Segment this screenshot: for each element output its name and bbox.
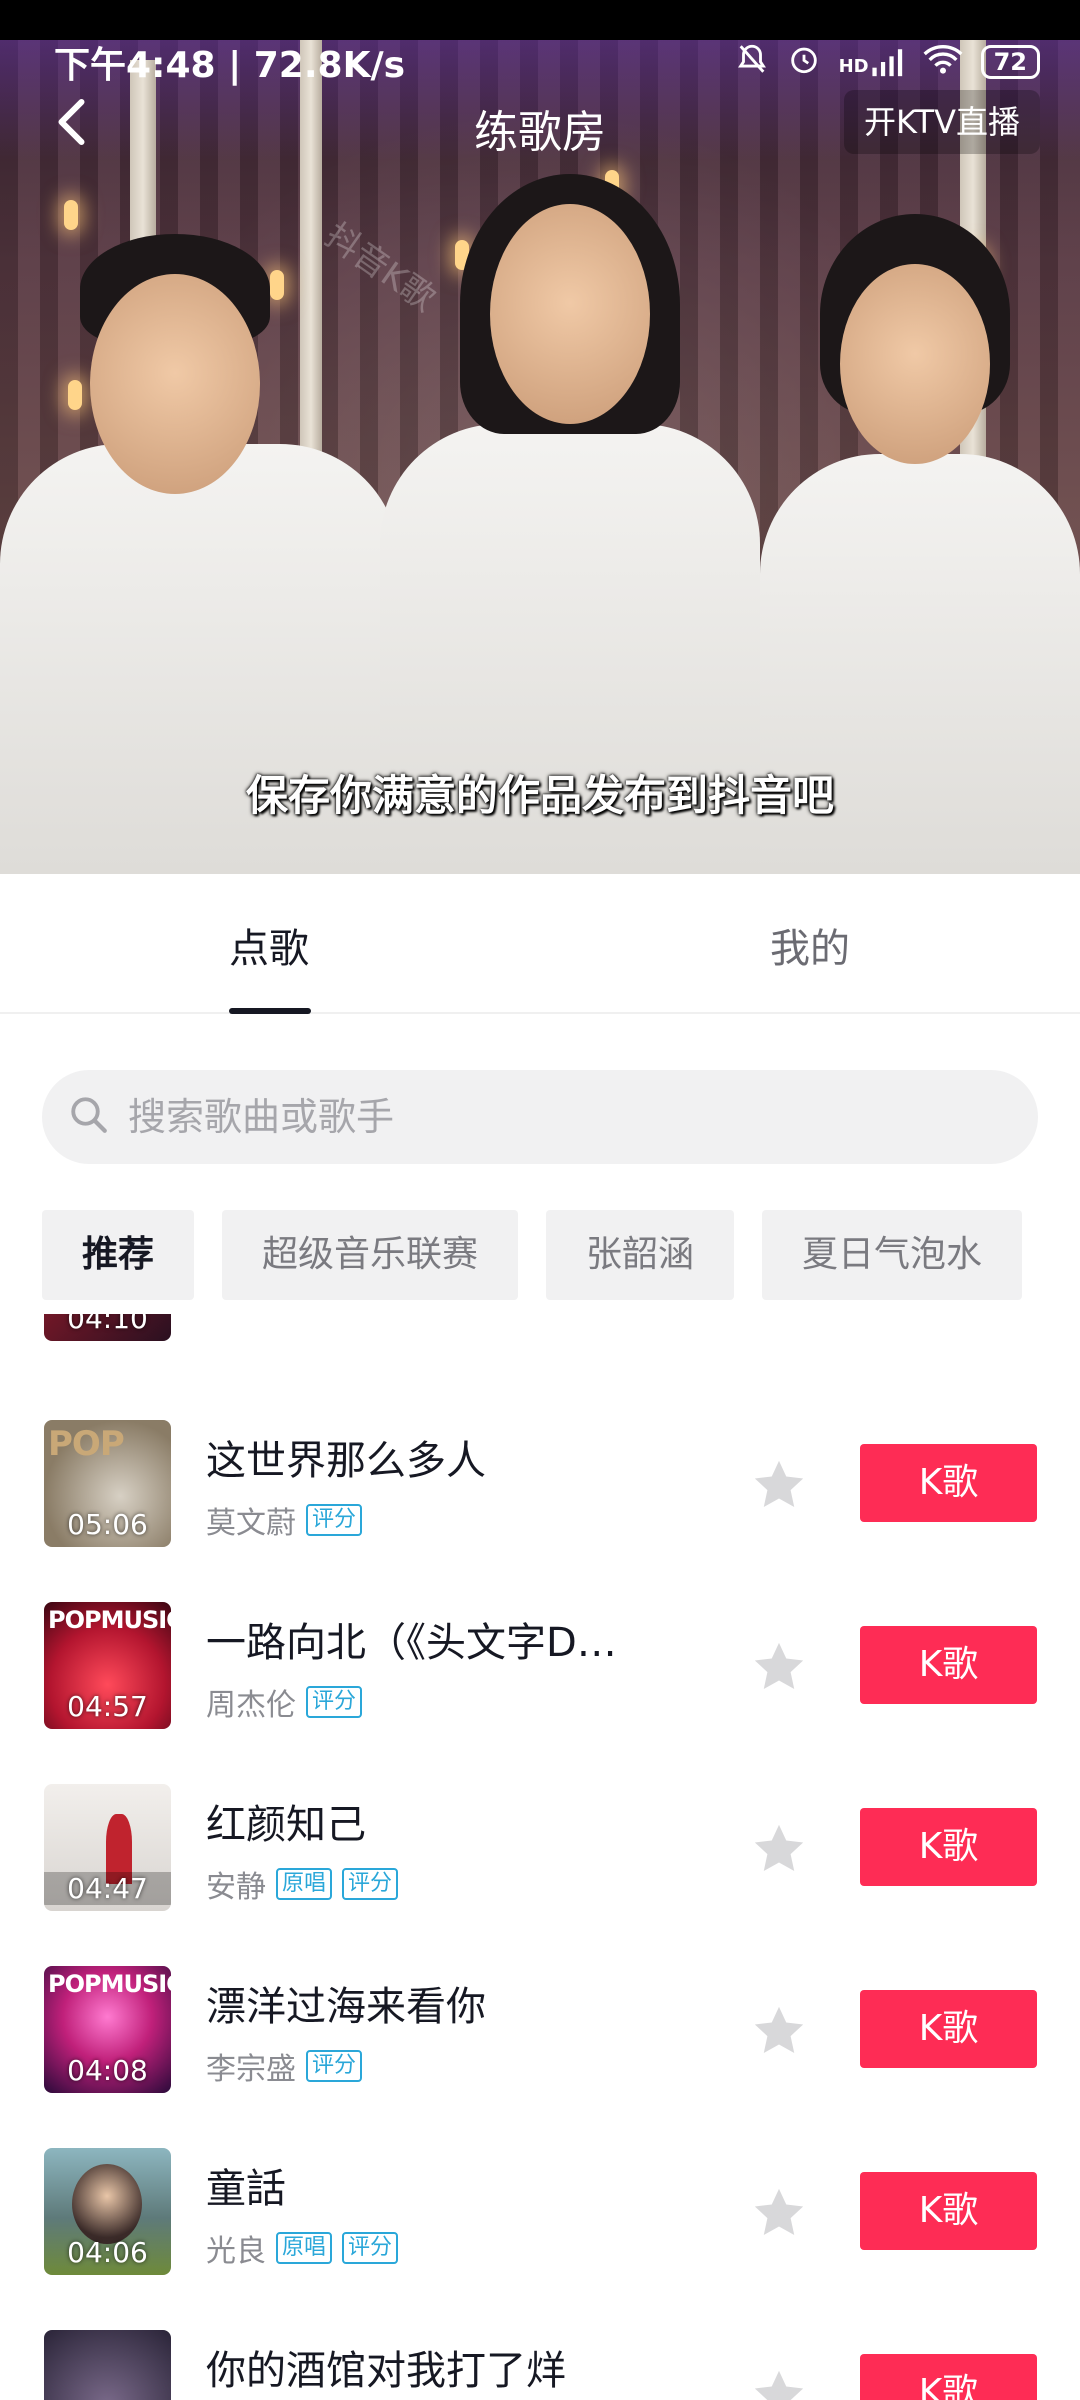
song-row[interactable]: 你的酒馆对我打了烊 K歌 (0, 2330, 1080, 2400)
favorite-star-icon[interactable] (750, 2184, 808, 2242)
song-title: 漂洋过海来看你 (206, 1984, 486, 2030)
tab-bar: 点歌 我的 (0, 874, 1080, 1014)
song-row[interactable]: POPMUSIC 04:57 一路向北（《头文字D… 周杰伦 评分 K歌 (0, 1602, 1080, 1784)
light-bulb (64, 200, 78, 230)
top-bar: 练歌房 开KTV直播 (0, 90, 1080, 160)
song-row[interactable]: 04:47 红颜知己 安静 原唱 评分 K歌 (0, 1784, 1080, 1966)
favorite-star-icon[interactable] (750, 1456, 808, 1514)
song-row[interactable]: 04:10 (0, 1314, 1080, 1396)
song-cover: POPMUSIC 04:57 (44, 1602, 171, 1729)
song-meta: 李宗盛 评分 (206, 2044, 363, 2088)
cover-tag: POPMUSIC (48, 1970, 171, 1998)
song-title: 这世界那么多人 (206, 1438, 486, 1484)
tab-song-request[interactable]: 点歌 (229, 916, 309, 974)
song-duration: 04:57 (67, 1690, 148, 1723)
signal-icon: HD (839, 47, 905, 77)
alarm-icon (787, 42, 821, 83)
wifi-icon (923, 43, 963, 82)
song-row[interactable]: POPMUSIC 04:08 漂洋过海来看你 李宗盛 评分 K歌 (0, 1966, 1080, 2148)
search-input[interactable] (128, 1095, 928, 1139)
chip-summer-soda[interactable]: 夏日气泡水 (762, 1210, 1023, 1300)
song-artist: 莫文蔚 (206, 1506, 296, 1541)
score-badge: 评分 (342, 1868, 399, 1900)
song-meta: 光良 原唱 评分 (206, 2226, 399, 2270)
favorite-star-icon[interactable] (750, 1638, 808, 1696)
score-badge: 评分 (306, 1686, 363, 1718)
cover-tag: POP (48, 1424, 125, 1464)
score-badge: 评分 (306, 1504, 363, 1536)
video-subtitle: 保存你满意的作品发布到抖音吧 (245, 771, 834, 820)
k-sing-button[interactable]: K歌 (860, 1990, 1037, 2068)
k-sing-button[interactable]: K歌 (860, 1808, 1037, 1886)
song-artist: 光良 (206, 2234, 266, 2269)
original-badge: 原唱 (276, 1868, 333, 1900)
favorite-star-icon[interactable] (750, 2366, 808, 2400)
song-artist: 周杰伦 (206, 1688, 296, 1723)
chip-zhang-shaohan[interactable]: 张韶涵 (546, 1210, 735, 1300)
song-cover: 04:47 (44, 1784, 171, 1911)
k-sing-button[interactable]: K歌 (860, 2172, 1037, 2250)
score-badge: 评分 (342, 2232, 399, 2264)
favorite-star-icon[interactable] (750, 2002, 808, 2060)
song-duration: 04:08 (67, 2054, 148, 2087)
song-meta: 周杰伦 评分 (206, 1680, 363, 1724)
cover-figure (72, 2164, 142, 2244)
status-bar: 下午4:48 | 72.8K/s HD 72 (54, 36, 1040, 88)
song-duration: 04:10 (67, 1314, 148, 1335)
status-bar-top (0, 0, 1080, 40)
k-sing-button[interactable]: K歌 (860, 2354, 1037, 2400)
song-title: 一路向北（《头文字D… (206, 1620, 617, 1666)
tab-active-indicator (229, 1008, 311, 1014)
song-cover: POPMUSIC 04:08 (44, 1966, 171, 2093)
song-title: 你的酒馆对我打了烊 (206, 2348, 566, 2394)
song-artist: 李宗盛 (206, 2052, 296, 2087)
song-cover: POP 05:06 (44, 1420, 171, 1547)
song-duration: 04:47 (44, 1872, 171, 1905)
k-sing-button[interactable]: K歌 (860, 1626, 1037, 1704)
song-cover (44, 2330, 171, 2400)
song-cover: 04:10 (44, 1314, 171, 1341)
ktv-live-button[interactable]: 开KTV直播 (844, 90, 1040, 154)
search-bar[interactable] (42, 1070, 1038, 1164)
status-icons: HD 72 (735, 42, 1040, 83)
song-row[interactable]: POP 05:06 这世界那么多人 莫文蔚 评分 K歌 (0, 1420, 1080, 1602)
tab-mine[interactable]: 我的 (770, 916, 850, 974)
song-artist: 安静 (206, 1870, 266, 1905)
k-sing-button[interactable]: K歌 (860, 1444, 1037, 1522)
mute-icon (735, 42, 769, 83)
song-cover: 04:06 (44, 2148, 171, 2275)
search-icon (68, 1094, 110, 1140)
song-title: 童話 (206, 2166, 286, 2212)
song-meta: 莫文蔚 评分 (206, 1498, 363, 1542)
category-chips: 推荐 超级音乐联赛 张韶涵 夏日气泡水 (42, 1210, 1080, 1300)
song-meta: 安静 原唱 评分 (206, 1862, 399, 1906)
original-badge: 原唱 (276, 2232, 333, 2264)
song-list: 04:10 POP 05:06 这世界那么多人 莫文蔚 评分 K歌 POPMUS… (0, 1314, 1080, 2400)
chip-super-music-league[interactable]: 超级音乐联赛 (222, 1210, 519, 1300)
status-time: 下午4:48 | 72.8K/s (54, 45, 406, 86)
song-duration: 05:06 (67, 1508, 148, 1541)
favorite-star-icon[interactable] (750, 1820, 808, 1878)
song-duration: 04:06 (67, 2236, 148, 2269)
score-badge: 评分 (306, 2050, 363, 2082)
cover-tag: POPMUSIC (48, 1606, 171, 1634)
song-row[interactable]: 04:06 童話 光良 原唱 评分 K歌 (0, 2148, 1080, 2330)
song-title: 红颜知己 (206, 1802, 366, 1848)
battery-indicator: 72 (980, 45, 1040, 79)
chip-recommend[interactable]: 推荐 (42, 1210, 195, 1300)
